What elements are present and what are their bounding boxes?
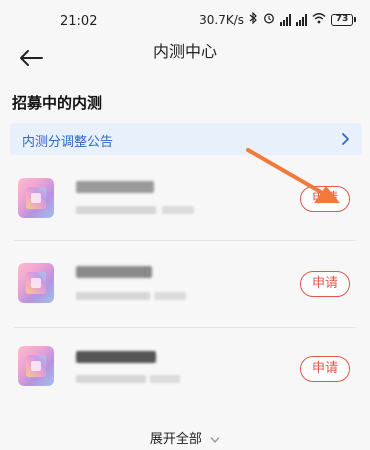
network-speed: 30.7K/s <box>199 12 244 27</box>
status-time: 21:02 <box>60 14 98 29</box>
alarm-icon <box>263 12 275 27</box>
item-desc-blurred <box>76 206 156 214</box>
app-icon <box>18 346 54 386</box>
item-title-blurred <box>76 351 156 363</box>
page-title: 内测中心 <box>152 42 217 61</box>
apply-button[interactable]: 申请 <box>300 186 350 212</box>
header: 内测中心 <box>0 30 370 66</box>
bluetooth-icon <box>249 11 258 27</box>
app-icon <box>18 263 54 303</box>
notice-banner[interactable]: 内测分调整公告 <box>10 123 362 155</box>
expand-all-button[interactable]: 展开全部 <box>0 428 370 447</box>
beta-item[interactable]: 申请 <box>0 160 370 244</box>
item-desc-blurred <box>76 292 150 300</box>
beta-item[interactable]: 申请 <box>0 245 370 329</box>
apply-button[interactable]: 申请 <box>300 271 350 297</box>
divider <box>14 240 356 241</box>
beta-item[interactable]: 申请 <box>0 330 370 414</box>
item-title-blurred <box>76 266 152 278</box>
chevron-right-icon <box>342 133 349 145</box>
signal-1-icon <box>280 13 291 26</box>
apply-button[interactable]: 申请 <box>300 356 350 382</box>
battery-level: 73 <box>331 13 353 26</box>
battery-icon: 73 <box>331 13 356 26</box>
app-icon <box>18 178 54 218</box>
chevron-down-icon <box>210 436 220 443</box>
item-desc-blurred <box>76 375 146 383</box>
section-title: 招募中的内测 <box>12 94 103 112</box>
status-bar: 21:02 30.7K/s 73 <box>0 0 370 29</box>
status-icons: 30.7K/s 73 <box>199 11 356 27</box>
item-title-blurred <box>76 181 154 193</box>
wifi-icon <box>312 12 326 27</box>
divider <box>14 327 356 328</box>
expand-all-label: 展开全部 <box>149 432 202 447</box>
signal-2-icon <box>296 13 307 26</box>
notice-label: 内测分调整公告 <box>22 135 114 150</box>
